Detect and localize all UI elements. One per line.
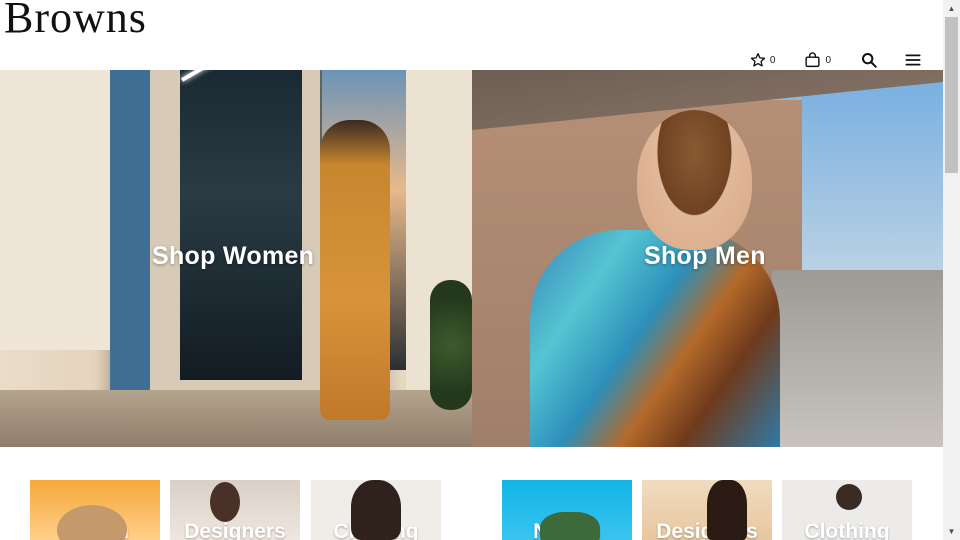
menu-icon <box>905 54 921 66</box>
search-icon <box>862 53 877 68</box>
menu-button[interactable] <box>905 53 921 67</box>
scroll-thumb[interactable] <box>945 17 958 173</box>
shop-men-label[interactable]: Shop Men <box>644 242 766 271</box>
search-button[interactable] <box>861 52 877 68</box>
vertical-scrollbar[interactable]: ▲ ▼ <box>943 0 960 540</box>
men-clothing-tile[interactable]: Clothing <box>782 480 912 540</box>
women-clothing-tile[interactable]: Clothing <box>311 480 441 540</box>
browns-logo[interactable]: Browns <box>4 0 147 36</box>
site-header: Browns 0 0 <box>0 0 943 70</box>
shop-men-panel[interactable]: Shop Men <box>472 70 943 447</box>
women-designers-tile[interactable]: Designers <box>170 480 300 540</box>
category-tiles: New In Designers Clothing New In Designe… <box>0 480 943 540</box>
bag-icon <box>805 52 821 68</box>
men-new-in-tile[interactable]: New In <box>502 480 632 540</box>
header-toolbar: 0 0 <box>750 52 921 68</box>
shop-women-panel[interactable]: Shop Women <box>0 70 472 447</box>
star-icon <box>750 53 766 67</box>
scroll-down-arrow[interactable]: ▼ <box>943 523 960 540</box>
tile-label: New In <box>533 520 601 540</box>
shop-women-label[interactable]: Shop Women <box>152 242 314 271</box>
wishlist-count: 0 <box>769 54 776 66</box>
tile-label: New In <box>61 520 129 540</box>
bag-count: 0 <box>825 54 831 66</box>
tile-label: Clothing <box>333 520 419 540</box>
bag-button[interactable]: 0 <box>804 52 831 68</box>
men-designers-tile[interactable]: Designers <box>642 480 772 540</box>
tile-label: Clothing <box>804 520 890 540</box>
wishlist-button[interactable]: 0 <box>750 52 776 68</box>
scroll-up-arrow[interactable]: ▲ <box>943 0 960 17</box>
tile-label: Designers <box>656 520 758 540</box>
tile-label: Designers <box>184 520 286 540</box>
hero-women-image <box>0 70 110 350</box>
women-new-in-tile[interactable]: New In <box>30 480 160 540</box>
hero-section: Shop Women Shop Men <box>0 70 943 447</box>
